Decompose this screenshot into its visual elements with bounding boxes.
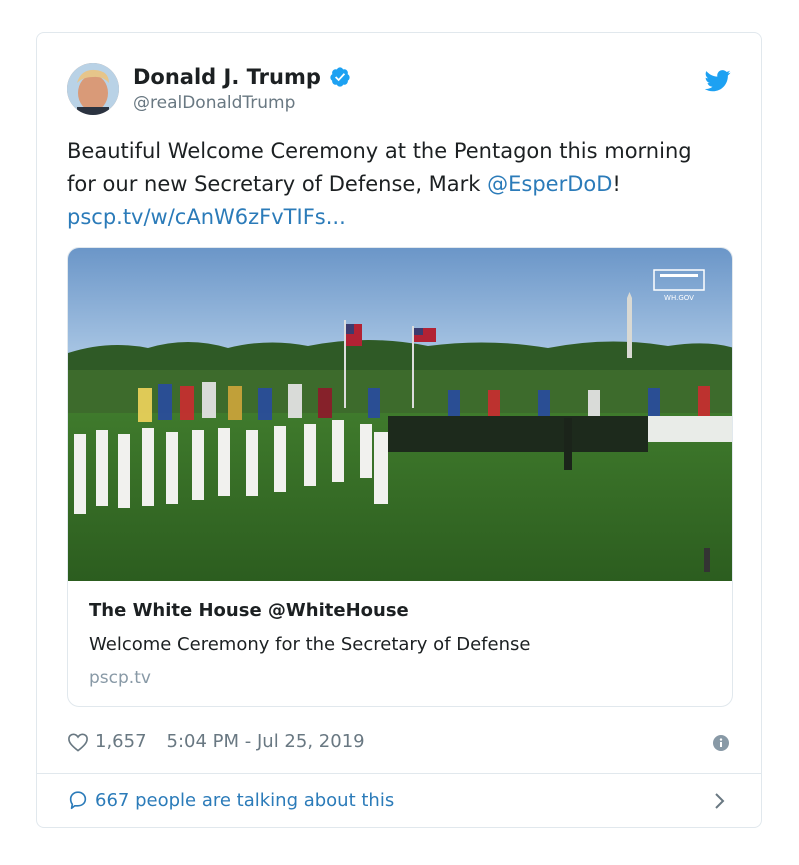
periscope-link[interactable]: pscp.tv/w/cAnW6zFvTIFs... xyxy=(67,205,346,229)
wh-watermark: WH.GOV xyxy=(664,294,694,302)
like-count[interactable]: 1,657 xyxy=(95,731,147,752)
avatar[interactable] xyxy=(67,63,119,115)
ceremony-photo: WH.GOV xyxy=(68,248,732,581)
card-meta: The White House @WhiteHouse Welcome Cere… xyxy=(68,581,732,706)
speech-bubble-icon xyxy=(69,791,87,810)
card-title: The White House @WhiteHouse xyxy=(89,600,409,621)
chevron-right-icon[interactable] xyxy=(713,790,727,812)
twitter-bird-icon[interactable] xyxy=(705,67,731,93)
author-name-text: Donald J. Trump xyxy=(133,65,321,89)
card-domain: pscp.tv xyxy=(89,668,151,688)
tweet-stats: 1,657 5:04 PM - Jul 25, 2019 xyxy=(67,731,365,752)
card-description: Welcome Ceremony for the Secretary of De… xyxy=(89,634,531,655)
mention-link[interactable]: @EsperDoD xyxy=(487,172,612,196)
author-name[interactable]: Donald J. Trump xyxy=(133,65,351,89)
conversation-link[interactable]: 667 people are talking about this xyxy=(67,789,394,811)
tweet-text-punct: ! xyxy=(612,172,621,196)
verified-badge-icon xyxy=(330,67,350,87)
divider xyxy=(37,773,761,774)
timestamp[interactable]: 5:04 PM - Jul 25, 2019 xyxy=(167,731,365,752)
tweet-embed-card: Donald J. Trump @realDonaldTrump Beautif… xyxy=(36,32,762,828)
tweet-text: Beautiful Welcome Ceremony at the Pentag… xyxy=(67,135,727,234)
author-handle[interactable]: @realDonaldTrump xyxy=(133,93,295,113)
conversation-text: 667 people are talking about this xyxy=(95,789,395,811)
heart-icon[interactable] xyxy=(67,732,89,752)
avatar-image xyxy=(67,63,119,115)
info-icon[interactable] xyxy=(713,735,729,751)
link-preview-card[interactable]: WH.GOV The White House @WhiteHouse Welco… xyxy=(67,247,733,707)
